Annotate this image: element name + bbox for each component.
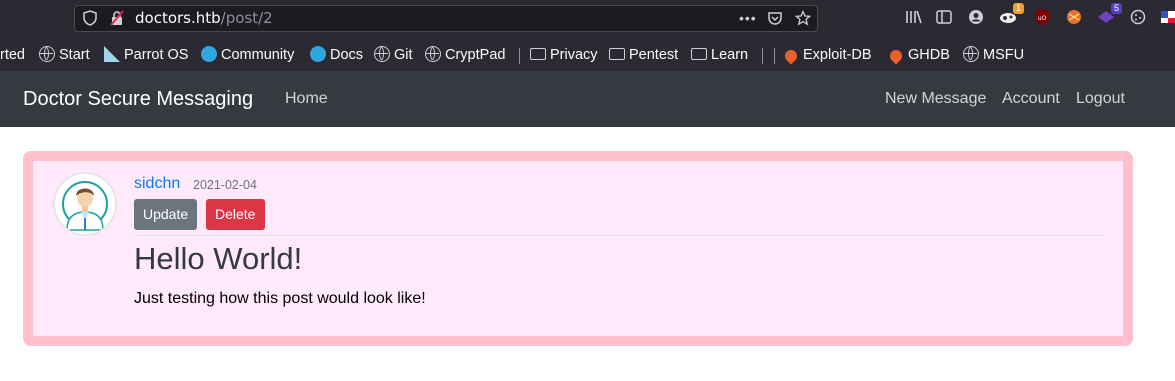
- bookmark-item[interactable]: Git: [374, 40, 413, 70]
- bookmark-label: CryptPad: [445, 47, 506, 63]
- bookmark-label: rted: [0, 47, 25, 63]
- exploit-db-icon: [782, 47, 800, 65]
- parrot-docs-icon: [310, 46, 326, 62]
- brand-link[interactable]: Doctor Secure Messaging: [23, 71, 253, 127]
- extension-badge: 1: [1012, 3, 1024, 14]
- nav-logout-link[interactable]: Logout: [1076, 71, 1125, 127]
- post-author-link[interactable]: sidchn: [134, 175, 180, 193]
- folder-icon: [530, 48, 546, 60]
- bookmark-item[interactable]: Start: [39, 40, 90, 70]
- bookmark-label: MSFU: [983, 47, 1025, 63]
- bookmark-label: Docs: [330, 47, 364, 63]
- bookmark-label: Community: [221, 47, 295, 63]
- bookmark-label: Learn: [711, 47, 749, 63]
- bookmark-item[interactable]: MSFU: [963, 40, 1024, 70]
- divider: [134, 235, 1103, 236]
- sidebar-icon[interactable]: [932, 6, 956, 30]
- folder-icon: [609, 48, 625, 60]
- svg-text:uO: uO: [1038, 15, 1047, 22]
- bookmark-item[interactable]: rted: [0, 40, 25, 70]
- nav-home-link[interactable]: Home: [285, 71, 328, 127]
- bookmark-label: Start: [59, 47, 90, 63]
- avatar: [53, 172, 117, 236]
- post-content: Just testing how this post would look li…: [134, 290, 426, 307]
- bookmark-item[interactable]: CryptPad: [425, 40, 505, 70]
- url-text[interactable]: doctors.htb/post/2: [135, 6, 273, 31]
- parrot-icon: [104, 46, 120, 62]
- browser-chrome: doctors.htb/post/2 ••• 1 uO 5 rted Start: [0, 0, 1175, 71]
- bookmark-item[interactable]: Community: [201, 40, 294, 70]
- bookmarks-toolbar: rted Start Parrot OS Community Docs Git …: [0, 40, 1175, 70]
- update-button[interactable]: Update: [134, 199, 197, 230]
- folder-icon: [691, 48, 707, 60]
- doctor-avatar-icon: [62, 181, 108, 231]
- nav-account-link[interactable]: Account: [1002, 71, 1060, 127]
- library-icon[interactable]: [902, 6, 926, 30]
- bookmark-item[interactable]: Docs: [310, 40, 363, 70]
- post-date: 2021-02-04: [193, 178, 257, 192]
- bookmark-item[interactable]: Exploit-DB: [782, 40, 872, 70]
- shield-icon[interactable]: [83, 6, 97, 31]
- bookmark-star-icon[interactable]: [794, 6, 812, 31]
- globe-icon: [374, 46, 390, 62]
- post-card: sidchn 2021-02-04 Update Delete Hello Wo…: [23, 151, 1133, 346]
- bookmark-label: Pentest: [629, 47, 679, 63]
- bookmark-separator: [519, 48, 520, 64]
- page-actions-icon[interactable]: •••: [739, 6, 757, 31]
- bookmark-label: Git: [394, 47, 413, 63]
- extension-flag-icon[interactable]: [1156, 6, 1175, 30]
- account-icon[interactable]: [964, 6, 988, 30]
- pocket-icon[interactable]: [767, 6, 783, 31]
- url-host: doctors.htb: [135, 9, 221, 27]
- bookmark-label: Exploit-DB: [803, 47, 872, 63]
- bookmark-item[interactable]: GHDB: [887, 40, 950, 70]
- extension-purple-icon[interactable]: 5: [1094, 3, 1122, 30]
- extension-ball-icon[interactable]: [1062, 6, 1086, 30]
- extension-cow-icon[interactable]: 1: [996, 3, 1024, 30]
- url-path: /post/2: [220, 9, 273, 27]
- parrot-community-icon: [201, 46, 217, 62]
- post-title: Hello World!: [134, 241, 303, 276]
- bookmark-folder[interactable]: Privacy: [530, 40, 598, 70]
- extension-badge: 5: [1110, 3, 1122, 14]
- globe-icon: [425, 46, 441, 62]
- bookmark-separator: [762, 48, 763, 64]
- globe-icon: [963, 46, 979, 62]
- nav-new-message-link[interactable]: New Message: [885, 71, 986, 127]
- globe-icon: [39, 46, 55, 62]
- delete-button[interactable]: Delete: [206, 199, 265, 230]
- exploit-db-icon: [887, 47, 905, 65]
- insecure-lock-icon[interactable]: [109, 6, 125, 31]
- bookmark-folder[interactable]: Pentest: [609, 40, 678, 70]
- site-navbar: Doctor Secure Messaging Home New Message…: [0, 71, 1175, 127]
- bookmark-item[interactable]: Parrot OS: [104, 40, 188, 70]
- cookie-icon[interactable]: [1126, 6, 1150, 30]
- bookmark-separator: [774, 48, 775, 64]
- bookmark-folder[interactable]: Learn: [691, 40, 748, 70]
- bookmark-label: Parrot OS: [124, 47, 189, 63]
- url-bar[interactable]: doctors.htb/post/2 •••: [74, 5, 818, 32]
- bookmark-label: Privacy: [550, 47, 598, 63]
- ublock-icon[interactable]: uO: [1030, 6, 1054, 30]
- bookmark-label: GHDB: [908, 47, 950, 63]
